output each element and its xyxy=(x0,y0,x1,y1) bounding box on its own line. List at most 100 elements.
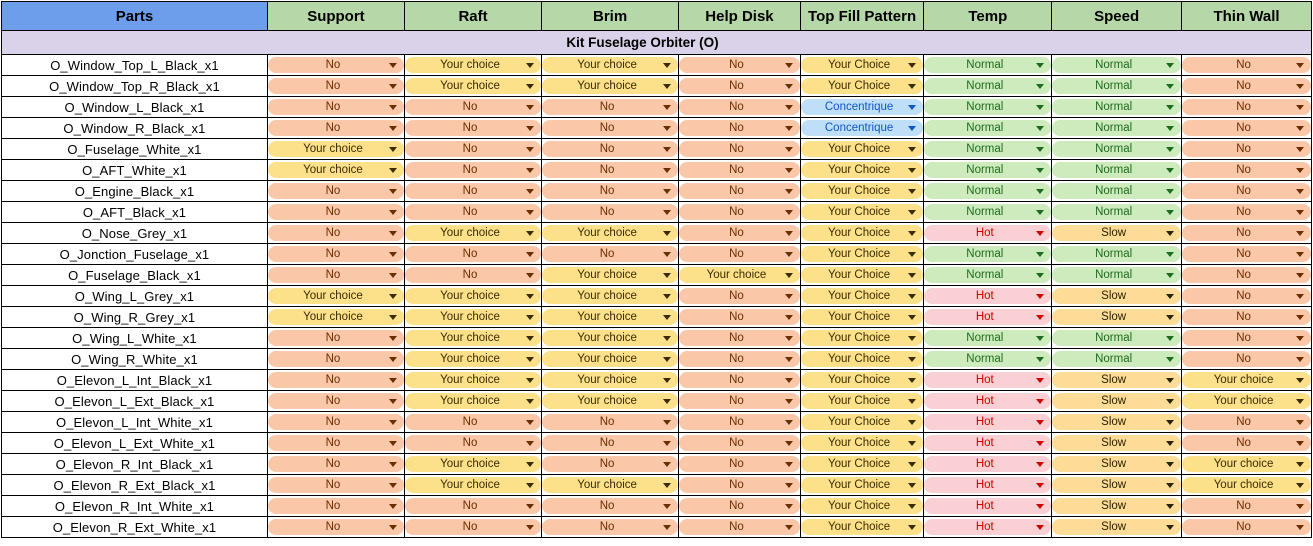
dropdown-helpdisk[interactable]: No xyxy=(679,372,800,388)
chevron-down-icon[interactable] xyxy=(1166,188,1175,194)
dropdown-brim[interactable]: No xyxy=(542,183,678,199)
chevron-down-icon[interactable] xyxy=(784,272,793,278)
dropdown-support[interactable]: No xyxy=(268,246,404,262)
dropdown-helpdisk[interactable]: No xyxy=(679,414,800,430)
chevron-down-icon[interactable] xyxy=(526,461,535,467)
dropdown-temp[interactable]: Normal xyxy=(924,162,1051,178)
column-header-topfill[interactable]: Top Fill Pattern xyxy=(799,1,925,31)
dropdown-thinwall[interactable]: No xyxy=(1182,99,1311,115)
dropdown-support[interactable]: No xyxy=(268,414,404,430)
dropdown-helpdisk[interactable]: No xyxy=(679,309,800,325)
chevron-down-icon[interactable] xyxy=(663,230,672,236)
chevron-down-icon[interactable] xyxy=(1166,398,1175,404)
dropdown-thinwall[interactable]: No xyxy=(1182,309,1311,325)
dropdown-speed[interactable]: Slow xyxy=(1052,519,1181,535)
column-header-brim[interactable]: Brim xyxy=(541,1,680,31)
chevron-down-icon[interactable] xyxy=(908,230,917,236)
dropdown-speed[interactable]: Normal xyxy=(1052,57,1181,73)
chevron-down-icon[interactable] xyxy=(784,356,793,362)
chevron-down-icon[interactable] xyxy=(1296,104,1304,110)
chevron-down-icon[interactable] xyxy=(1166,83,1175,89)
chevron-down-icon[interactable] xyxy=(908,146,917,152)
dropdown-raft[interactable]: Your choice xyxy=(405,477,541,493)
chevron-down-icon[interactable] xyxy=(1166,146,1175,152)
dropdown-support[interactable]: Your choice xyxy=(268,309,404,325)
chevron-down-icon[interactable] xyxy=(1166,482,1175,488)
chevron-down-icon[interactable] xyxy=(784,314,793,320)
chevron-down-icon[interactable] xyxy=(784,293,793,299)
chevron-down-icon[interactable] xyxy=(1036,188,1045,194)
chevron-down-icon[interactable] xyxy=(663,293,672,299)
chevron-down-icon[interactable] xyxy=(388,524,397,530)
chevron-down-icon[interactable] xyxy=(526,356,535,362)
chevron-down-icon[interactable] xyxy=(1036,125,1045,131)
dropdown-brim[interactable]: Your choice xyxy=(542,393,678,409)
chevron-down-icon[interactable] xyxy=(388,461,397,467)
chevron-down-icon[interactable] xyxy=(526,398,535,404)
dropdown-raft[interactable]: No xyxy=(405,204,541,220)
chevron-down-icon[interactable] xyxy=(388,230,397,236)
chevron-down-icon[interactable] xyxy=(388,104,397,110)
chevron-down-icon[interactable] xyxy=(388,503,397,509)
chevron-down-icon[interactable] xyxy=(1166,314,1175,320)
chevron-down-icon[interactable] xyxy=(663,62,672,68)
chevron-down-icon[interactable] xyxy=(526,188,535,194)
dropdown-brim[interactable]: No xyxy=(542,204,678,220)
chevron-down-icon[interactable] xyxy=(663,482,672,488)
dropdown-temp[interactable]: Hot xyxy=(924,372,1051,388)
chevron-down-icon[interactable] xyxy=(784,125,793,131)
dropdown-raft[interactable]: No xyxy=(405,519,541,535)
chevron-down-icon[interactable] xyxy=(526,209,535,215)
dropdown-thinwall[interactable]: No xyxy=(1182,288,1311,304)
chevron-down-icon[interactable] xyxy=(526,524,535,530)
dropdown-helpdisk[interactable]: No xyxy=(679,162,800,178)
chevron-down-icon[interactable] xyxy=(1036,440,1045,446)
dropdown-topfill[interactable]: Your Choice xyxy=(801,246,923,262)
dropdown-helpdisk[interactable]: Your choice xyxy=(679,267,800,283)
dropdown-helpdisk[interactable]: No xyxy=(679,330,800,346)
dropdown-speed[interactable]: Normal xyxy=(1052,120,1181,136)
chevron-down-icon[interactable] xyxy=(908,188,917,194)
chevron-down-icon[interactable] xyxy=(663,146,672,152)
dropdown-temp[interactable]: Normal xyxy=(924,330,1051,346)
chevron-down-icon[interactable] xyxy=(784,209,793,215)
dropdown-support[interactable]: Your choice xyxy=(268,162,404,178)
chevron-down-icon[interactable] xyxy=(1036,167,1045,173)
dropdown-raft[interactable]: No xyxy=(405,162,541,178)
chevron-down-icon[interactable] xyxy=(1166,62,1175,68)
chevron-down-icon[interactable] xyxy=(526,377,535,383)
dropdown-speed[interactable]: Normal xyxy=(1052,330,1181,346)
dropdown-raft[interactable]: No xyxy=(405,120,541,136)
dropdown-topfill[interactable]: Your Choice xyxy=(801,204,923,220)
dropdown-thinwall[interactable]: No xyxy=(1182,414,1311,430)
chevron-down-icon[interactable] xyxy=(1296,230,1304,236)
dropdown-thinwall[interactable]: No xyxy=(1182,57,1311,73)
chevron-down-icon[interactable] xyxy=(784,167,793,173)
dropdown-raft[interactable]: No xyxy=(405,267,541,283)
chevron-down-icon[interactable] xyxy=(388,356,397,362)
chevron-down-icon[interactable] xyxy=(526,62,535,68)
dropdown-speed[interactable]: Slow xyxy=(1052,435,1181,451)
column-header-parts[interactable]: Parts xyxy=(1,1,268,31)
dropdown-support[interactable]: No xyxy=(268,351,404,367)
dropdown-temp[interactable]: Normal xyxy=(924,99,1051,115)
column-header-temp[interactable]: Temp xyxy=(923,1,1053,31)
chevron-down-icon[interactable] xyxy=(1296,461,1304,467)
chevron-down-icon[interactable] xyxy=(1296,167,1304,173)
chevron-down-icon[interactable] xyxy=(388,440,397,446)
dropdown-brim[interactable]: No xyxy=(542,456,678,472)
chevron-down-icon[interactable] xyxy=(663,461,672,467)
chevron-down-icon[interactable] xyxy=(1036,377,1045,383)
chevron-down-icon[interactable] xyxy=(784,230,793,236)
chevron-down-icon[interactable] xyxy=(1036,230,1045,236)
chevron-down-icon[interactable] xyxy=(1036,335,1045,341)
chevron-down-icon[interactable] xyxy=(663,503,672,509)
chevron-down-icon[interactable] xyxy=(1296,398,1304,404)
chevron-down-icon[interactable] xyxy=(1296,314,1304,320)
dropdown-brim[interactable]: No xyxy=(542,498,678,514)
chevron-down-icon[interactable] xyxy=(1036,293,1045,299)
dropdown-thinwall[interactable]: No xyxy=(1182,120,1311,136)
dropdown-helpdisk[interactable]: No xyxy=(679,246,800,262)
chevron-down-icon[interactable] xyxy=(388,62,397,68)
dropdown-support[interactable]: No xyxy=(268,99,404,115)
